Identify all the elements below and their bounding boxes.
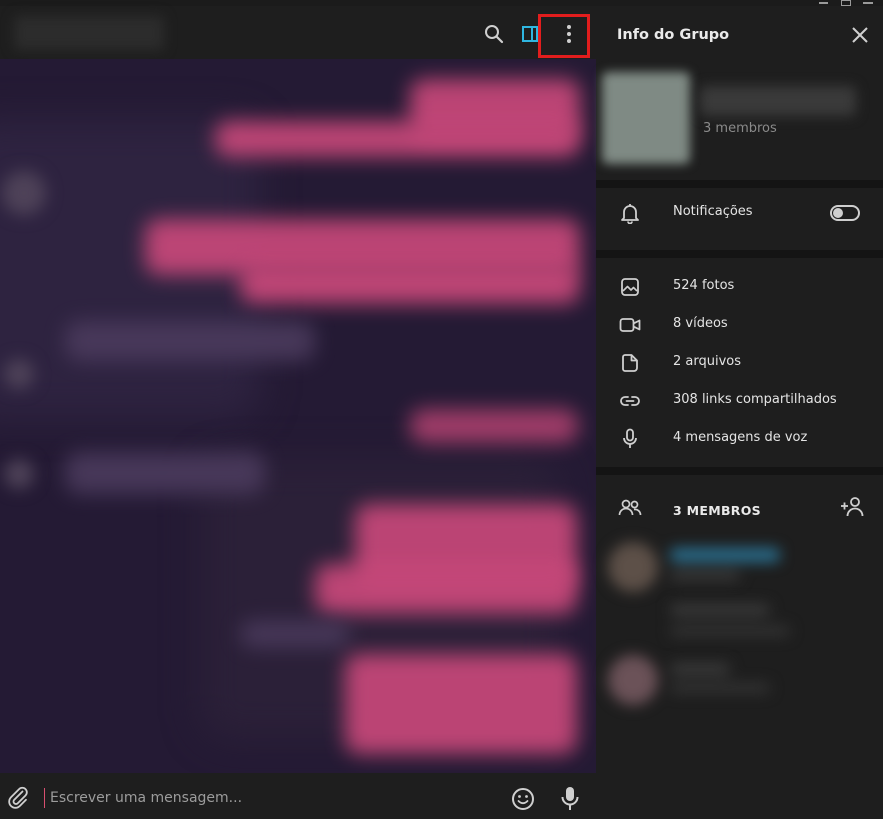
media-files-row[interactable]: 2 arquivos	[596, 344, 883, 382]
voice-record-button[interactable]	[558, 785, 582, 813]
video-icon	[618, 313, 642, 337]
message-bubble	[65, 321, 315, 361]
media-links-label: 308 links compartilhados	[673, 392, 837, 407]
media-voice-label: 4 mensagens de voz	[673, 430, 808, 445]
members-icon	[618, 498, 642, 522]
divider	[596, 180, 883, 188]
member-item[interactable]	[600, 651, 880, 713]
message-bubble	[410, 409, 578, 443]
media-photos-row[interactable]: 524 fotos	[596, 268, 883, 306]
media-files-label: 2 arquivos	[673, 354, 742, 369]
emoji-icon	[512, 788, 534, 810]
message-bubble	[315, 564, 577, 614]
message-input[interactable]	[48, 785, 492, 811]
bell-icon	[618, 201, 642, 225]
add-user-icon	[841, 497, 864, 517]
emoji-button[interactable]	[510, 786, 536, 812]
divider	[596, 250, 883, 258]
member-item[interactable]	[600, 596, 880, 658]
avatar	[4, 359, 34, 389]
media-voice-row[interactable]: 4 mensagens de voz	[596, 420, 883, 458]
avatar	[4, 459, 34, 489]
side-panel-icon	[522, 26, 538, 42]
microphone-icon	[618, 427, 642, 451]
media-links-row[interactable]: 308 links compartilhados	[596, 382, 883, 420]
message-bubble	[240, 621, 350, 647]
text-caret	[44, 788, 45, 808]
search-icon	[485, 25, 504, 44]
panel-title: Info do Grupo	[617, 27, 730, 43]
microphone-icon	[561, 787, 579, 810]
notifications-label: Notificações	[673, 204, 753, 219]
group-info-panel: Info do Grupo 3 membros Notificações 524…	[596, 6, 883, 819]
chat-header	[0, 6, 596, 59]
media-videos-label: 8 vídeos	[673, 316, 728, 331]
group-name-redacted	[700, 86, 856, 116]
close-panel-button[interactable]	[850, 25, 870, 45]
paperclip-icon	[8, 786, 28, 809]
file-icon	[618, 351, 642, 375]
group-members-count: 3 membros	[703, 121, 777, 136]
close-icon	[852, 27, 868, 43]
chat-messages-area[interactable]	[0, 59, 596, 773]
member-item[interactable]	[600, 536, 880, 598]
media-photos-label: 524 fotos	[673, 278, 735, 293]
media-videos-row[interactable]: 8 vídeos	[596, 306, 883, 344]
members-header: 3 MEMBROS	[673, 503, 761, 518]
message-bubble	[240, 264, 580, 304]
message-bubble	[65, 452, 265, 494]
notifications-toggle[interactable]	[830, 205, 860, 221]
attach-button[interactable]	[6, 785, 30, 809]
avatar	[2, 171, 46, 215]
add-member-button[interactable]	[840, 496, 866, 520]
search-button[interactable]	[482, 22, 506, 46]
photo-icon	[618, 275, 642, 299]
message-bubble	[215, 121, 580, 157]
group-avatar[interactable]	[602, 72, 690, 164]
message-bubble	[345, 654, 577, 754]
message-composer	[0, 773, 596, 819]
chat-title-redacted	[14, 16, 164, 50]
annotation-highlight-box	[538, 14, 590, 58]
divider	[596, 467, 883, 475]
link-icon	[618, 389, 642, 413]
